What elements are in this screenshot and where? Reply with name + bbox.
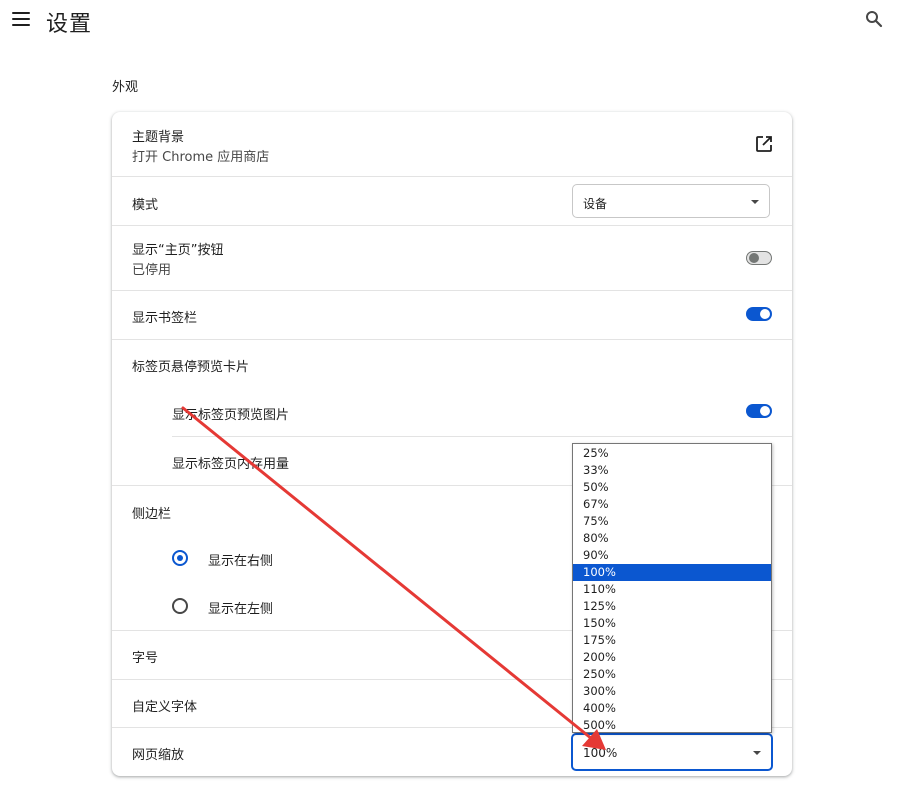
zoom-option[interactable]: 175% (573, 632, 771, 649)
tab-memory-usage-label: 显示标签页内存用量 (172, 457, 290, 472)
mode-row: 模式 设备 (112, 177, 792, 225)
tab-preview-image-row[interactable]: 显示标签页预览图片 (112, 388, 792, 436)
zoom-option[interactable]: 400% (573, 700, 771, 717)
chevron-down-icon (751, 200, 759, 204)
zoom-option[interactable]: 200% (573, 649, 771, 666)
chevron-down-icon (753, 751, 761, 755)
page-zoom-row: 网页缩放 100% (112, 728, 792, 776)
tab-preview-image-toggle[interactable] (746, 404, 772, 418)
bookmarks-bar-label: 显示书签栏 (132, 311, 198, 326)
home-button-toggle[interactable] (746, 251, 772, 265)
mode-select-value: 设备 (583, 197, 608, 211)
zoom-option[interactable]: 300% (573, 683, 771, 700)
custom-fonts-label: 自定义字体 (132, 700, 198, 715)
zoom-option[interactable]: 125% (573, 598, 771, 615)
zoom-option[interactable]: 110% (573, 581, 771, 598)
bookmarks-bar-toggle[interactable] (746, 307, 772, 321)
menu-icon[interactable] (12, 12, 30, 26)
side-panel-label: 侧边栏 (132, 507, 172, 522)
zoom-option[interactable]: 50% (573, 479, 771, 496)
tab-hover-label: 标签页悬停预览卡片 (132, 360, 250, 375)
side-panel-left-label: 显示在左侧 (208, 602, 274, 617)
home-button-label: 显示“主页”按钮 (132, 243, 224, 258)
radio-right[interactable] (172, 550, 188, 566)
zoom-option[interactable]: 67% (573, 496, 771, 513)
home-button-row[interactable]: 显示“主页”按钮 已停用 (112, 226, 792, 290)
page-zoom-select[interactable]: 100% (571, 733, 773, 771)
section-title-appearance: 外观 (112, 80, 139, 95)
search-icon[interactable] (864, 9, 884, 29)
theme-sublabel: 打开 Chrome 应用商店 (132, 150, 270, 165)
page-zoom-label: 网页缩放 (132, 748, 185, 763)
page-zoom-dropdown: 25% 33% 50% 67% 75% 80% 90% 100% 110% 125% 150% 175… (572, 443, 772, 733)
mode-label: 模式 (132, 198, 159, 213)
zoom-option[interactable]: 75% (573, 513, 771, 530)
radio-left[interactable] (172, 598, 188, 614)
open-in-new-icon[interactable] (754, 134, 774, 154)
zoom-option[interactable]: 80% (573, 530, 771, 547)
theme-row[interactable]: 主题背景 打开 Chrome 应用商店 (112, 112, 792, 176)
zoom-option[interactable]: 33% (573, 462, 771, 479)
zoom-option[interactable]: 90% (573, 547, 771, 564)
side-panel-right-label: 显示在右侧 (208, 554, 274, 569)
home-button-sublabel: 已停用 (132, 263, 172, 278)
zoom-option[interactable]: 250% (573, 666, 771, 683)
zoom-option[interactable]: 500% (573, 717, 771, 734)
zoom-option[interactable]: 100% (573, 564, 771, 581)
mode-select[interactable]: 设备 (572, 184, 770, 218)
bookmarks-bar-row[interactable]: 显示书签栏 (112, 291, 792, 339)
page-zoom-value: 100% (583, 746, 618, 760)
font-size-label: 字号 (132, 651, 159, 666)
divider (112, 339, 792, 340)
theme-label: 主题背景 (132, 130, 185, 145)
tab-preview-image-label: 显示标签页预览图片 (172, 408, 290, 423)
page-title: 设置 (46, 12, 93, 37)
zoom-option[interactable]: 150% (573, 615, 771, 632)
zoom-option[interactable]: 25% (573, 445, 771, 462)
top-bar: 设置 (0, 0, 912, 44)
